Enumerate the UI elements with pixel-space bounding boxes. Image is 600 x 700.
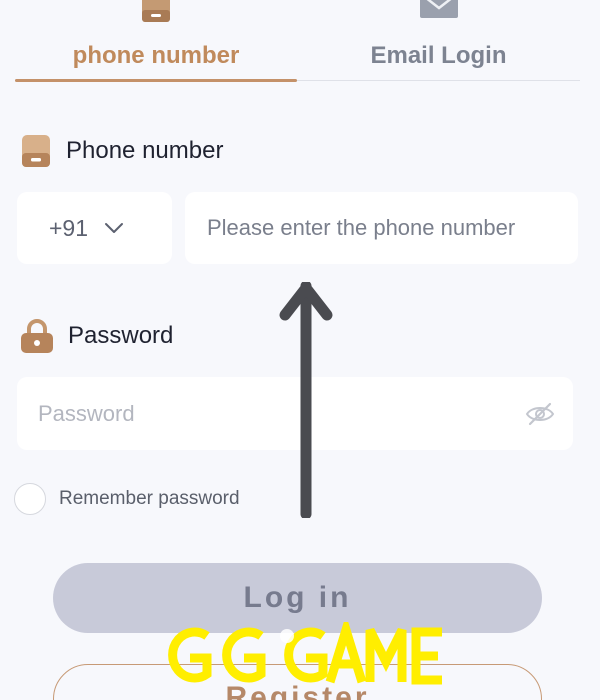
- arrow-up-icon: [279, 282, 333, 518]
- remember-password-label: Remember password: [59, 488, 240, 509]
- tab-phone-number-label: phone number: [72, 42, 240, 69]
- remember-password-radio[interactable]: [14, 483, 46, 515]
- chevron-down-icon: [105, 223, 124, 233]
- phone-icon: [22, 135, 50, 167]
- phone-number-placeholder: Please enter the phone number: [207, 215, 516, 240]
- tab-email-login[interactable]: Email Login: [297, 0, 580, 82]
- password-label-text: Password: [68, 322, 174, 349]
- tab-email-login-label: Email Login: [370, 42, 507, 69]
- phone-number-label-text: Phone number: [66, 137, 224, 164]
- phone-number-label: Phone number: [20, 133, 223, 169]
- tab-active-indicator: [15, 79, 297, 82]
- password-label: Password: [20, 318, 173, 354]
- password-placeholder: Password: [38, 400, 135, 426]
- country-code-value: +91: [49, 214, 89, 241]
- gg-game-watermark-logo: [168, 622, 442, 685]
- phone-number-input[interactable]: Please enter the phone number: [185, 192, 578, 264]
- phone-icon: [142, 0, 170, 22]
- country-code-select[interactable]: +91: [17, 192, 172, 264]
- lock-icon: [21, 319, 53, 353]
- mail-icon: [419, 0, 458, 18]
- eye-off-icon[interactable]: [525, 401, 555, 427]
- tab-phone-number[interactable]: phone number: [15, 0, 297, 82]
- remember-password-toggle[interactable]: Remember password: [14, 483, 240, 515]
